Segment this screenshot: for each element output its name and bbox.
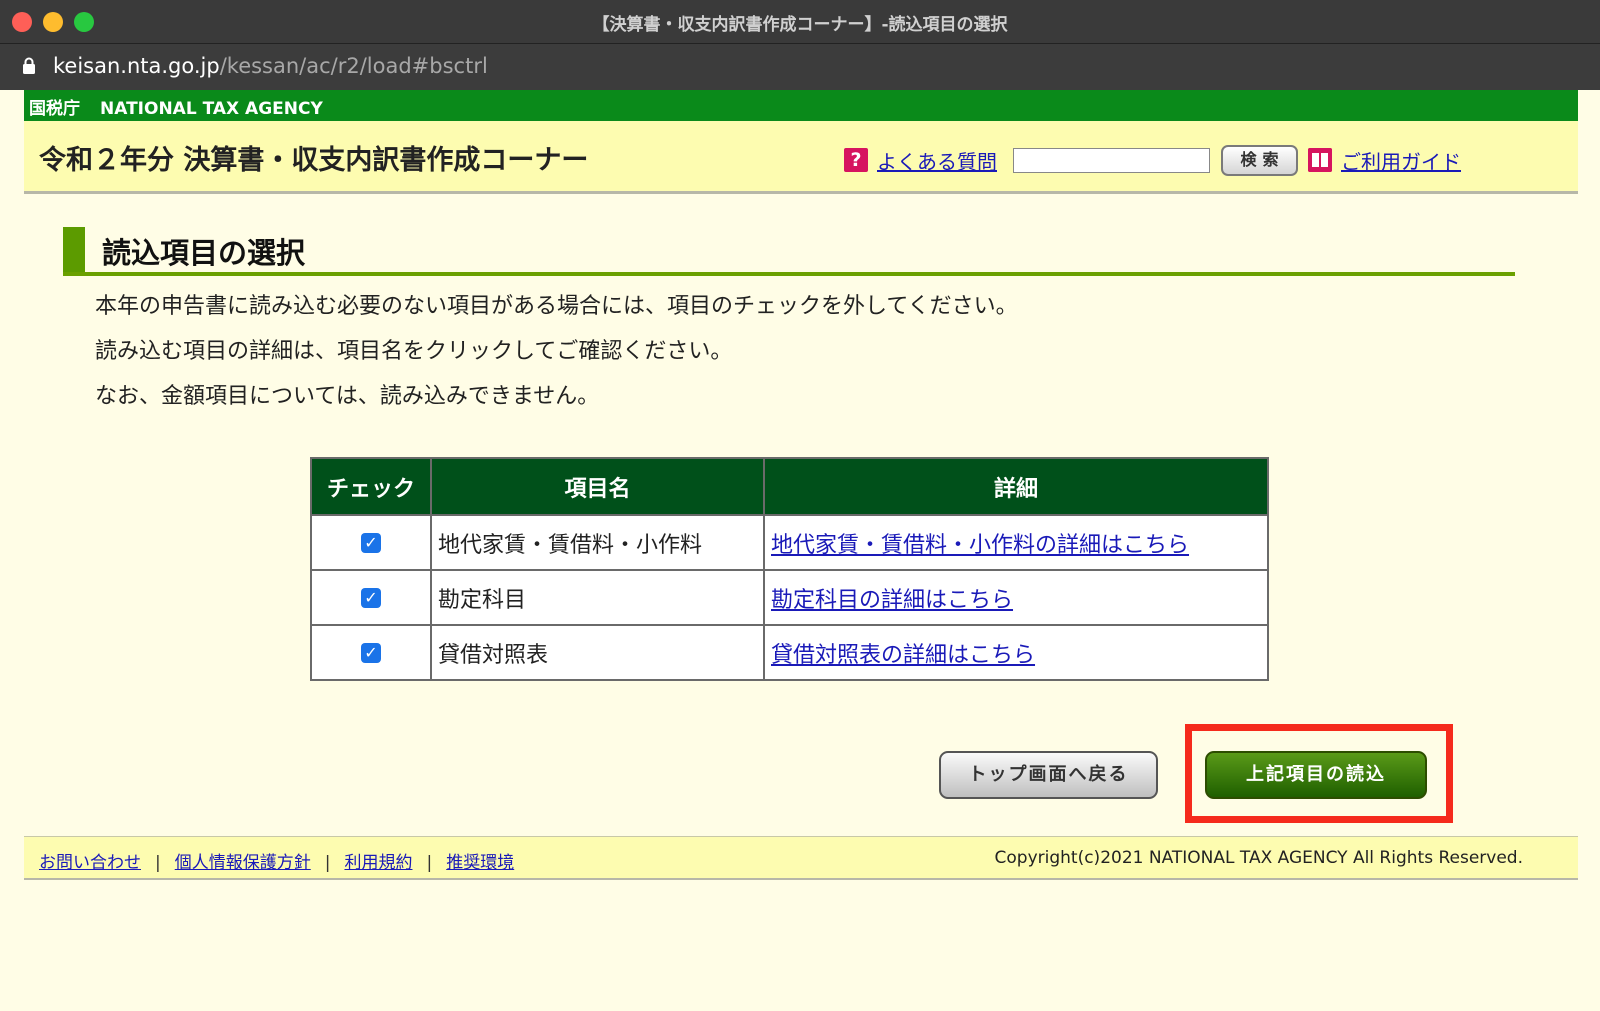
- column-header-item-name: 項目名: [430, 457, 765, 516]
- page-footer: お問い合わせ | 個人情報保護方針 | 利用規約 | 推奨環境 Copyright(c)20…: [24, 836, 1578, 880]
- question-icon[interactable]: ?: [844, 148, 868, 172]
- table-row: ✓ 貸借対照表 貸借対照表の詳細はこちら: [310, 624, 1269, 681]
- check-cell: ✓: [310, 514, 432, 571]
- user-guide-link[interactable]: ご利用ガイド: [1341, 146, 1461, 175]
- page-header: 令和２年分 決算書・収支内訳書作成コーナー ? よくある質問 検索 ご利用ガイド: [24, 121, 1578, 194]
- item-name: 勘定科目: [430, 569, 765, 626]
- footer-separator: |: [324, 853, 331, 873]
- column-header-detail: 詳細: [763, 457, 1269, 516]
- item-name: 地代家賃・賃借料・小作料: [430, 514, 765, 571]
- terms-of-use-link[interactable]: 利用規約: [344, 853, 412, 873]
- window-titlebar: 【決算書・収支内訳書作成コーナー】-読込項目の選択: [0, 0, 1600, 44]
- agency-name-en: NATIONAL TAX AGENCY: [100, 99, 323, 119]
- back-to-top-button[interactable]: トップ画面へ戻る: [939, 751, 1158, 799]
- item-checkbox[interactable]: ✓: [361, 533, 381, 553]
- item-checkbox[interactable]: ✓: [361, 588, 381, 608]
- load-items-table: チェック 項目名 詳細 ✓ 地代家賃・賃借料・小作料 地代家賃・賃借料・小作料の…: [310, 457, 1269, 681]
- search-input[interactable]: [1013, 148, 1210, 173]
- detail-cell: 勘定科目の詳細はこちら: [763, 569, 1269, 626]
- table-row: ✓ 勘定科目 勘定科目の詳細はこちら: [310, 569, 1269, 626]
- detail-link[interactable]: 勘定科目の詳細はこちら: [771, 588, 1013, 613]
- item-checkbox[interactable]: ✓: [361, 643, 381, 663]
- instruction-text: なお、金額項目については、読み込みできません。: [95, 384, 600, 409]
- faq-link[interactable]: よくある質問: [877, 146, 997, 175]
- address-bar[interactable]: keisan.nta.go.jp/kessan/ac/r2/load#bsctr…: [0, 44, 1600, 90]
- book-icon[interactable]: [1308, 148, 1332, 172]
- agency-name-jp: 国税庁: [29, 99, 80, 119]
- check-cell: ✓: [310, 624, 432, 681]
- footer-separator: |: [155, 853, 161, 873]
- detail-cell: 地代家賃・賃借料・小作料の詳細はこちら: [763, 514, 1269, 571]
- page-title: 令和２年分 決算書・収支内訳書作成コーナー: [39, 145, 589, 176]
- instruction-text: 読み込む項目の詳細は、項目名をクリックしてご確認ください。: [95, 339, 733, 364]
- privacy-policy-link[interactable]: 個人情報保護方針: [175, 853, 311, 873]
- detail-cell: 貸借対照表の詳細はこちら: [763, 624, 1269, 681]
- copyright-text: Copyright(c)2021 NATIONAL TAX AGENCY All…: [994, 848, 1523, 868]
- heading-accent-bar: [63, 227, 85, 272]
- agency-bar: 国税庁 NATIONAL TAX AGENCY: [24, 90, 1578, 121]
- recommended-environment-link[interactable]: 推奨環境: [446, 853, 514, 873]
- lock-icon: [23, 57, 35, 74]
- check-cell: ✓: [310, 569, 432, 626]
- url-host: keisan.nta.go.jp: [53, 54, 220, 78]
- window-title: 【決算書・収支内訳書作成コーナー】-読込項目の選択: [592, 15, 1008, 35]
- contact-link[interactable]: お問い合わせ: [39, 853, 141, 873]
- url-path: /kessan/ac/r2/load#bsctrl: [219, 54, 488, 78]
- section-heading: 読込項目の選択: [63, 227, 1515, 276]
- search-button[interactable]: 検索: [1221, 145, 1298, 176]
- table-row: ✓ 地代家賃・賃借料・小作料 地代家賃・賃借料・小作料の詳細はこちら: [310, 514, 1269, 571]
- section-title: 読込項目の選択: [102, 236, 306, 270]
- load-items-button[interactable]: 上記項目の読込: [1205, 751, 1427, 799]
- footer-links: お問い合わせ | 個人情報保護方針 | 利用規約 | 推奨環境: [39, 848, 514, 873]
- instruction-text: 本年の申告書に読み込む必要のない項目がある場合には、項目のチェックを外してくださ…: [95, 294, 1018, 319]
- detail-link[interactable]: 貸借対照表の詳細はこちら: [771, 643, 1035, 668]
- detail-link[interactable]: 地代家賃・賃借料・小作料の詳細はこちら: [771, 533, 1189, 558]
- table-header-row: チェック 項目名 詳細: [310, 457, 1269, 516]
- item-name: 貸借対照表: [430, 624, 765, 681]
- url-text[interactable]: keisan.nta.go.jp/kessan/ac/r2/load#bsctr…: [53, 54, 488, 78]
- footer-separator: |: [426, 853, 433, 873]
- column-header-check: チェック: [310, 457, 432, 516]
